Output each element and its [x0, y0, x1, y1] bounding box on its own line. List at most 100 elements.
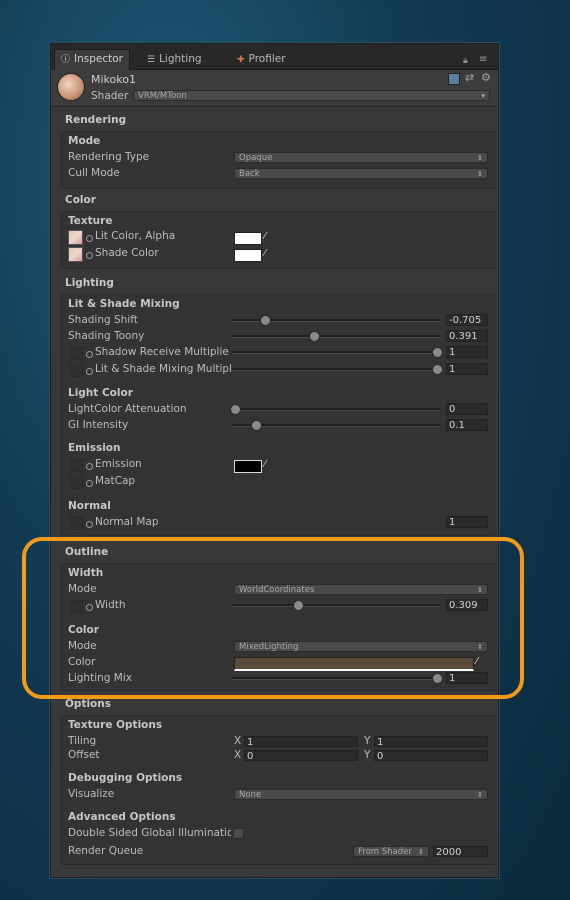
shading-shift-field[interactable]: -0.705	[446, 314, 488, 326]
render-queue-mode-dropdown[interactable]: From Shader ⇕	[353, 846, 429, 857]
mixing-title: Lit & Shade Mixing	[68, 298, 180, 310]
texture-options-title: Texture Options	[68, 719, 163, 731]
eyedropper-icon[interactable]: ⁄	[264, 248, 266, 259]
eyedropper-icon[interactable]: ⁄	[264, 459, 266, 470]
gi-intensity-field[interactable]: 0.1	[446, 419, 488, 431]
shader-dropdown[interactable]: VRM/MToon ▾	[133, 90, 490, 101]
normal-title: Normal	[68, 500, 111, 512]
tab-label: Inspector	[74, 53, 123, 65]
texture-title: Texture	[68, 215, 113, 227]
tab-inspector[interactable]: ⓘ Inspector	[54, 49, 130, 70]
slider-knob[interactable]	[432, 364, 443, 375]
cull-mode-label: Cull Mode	[68, 167, 120, 179]
gi-intensity-label: GI Intensity	[68, 419, 129, 431]
mixing-mult-label: Lit & Shade Mixing Multiplier	[95, 363, 231, 375]
double-sided-gi-label: Double Sided Global Illumination	[68, 827, 231, 839]
lighting-icon: ☰	[147, 55, 156, 65]
mode-title: Mode	[68, 135, 101, 147]
object-name: Mikoko1	[91, 73, 136, 86]
section-options: Options	[65, 698, 111, 710]
options-box: Texture Options Tiling X 1 Y 1 Offset X …	[61, 715, 495, 865]
shade-color-swatch[interactable]	[234, 249, 262, 262]
slider-knob[interactable]	[251, 420, 262, 431]
tab-profiler[interactable]: ✚ Profiler	[231, 50, 292, 69]
texture-picker-icon[interactable]	[86, 252, 93, 259]
slider-knob[interactable]	[432, 347, 443, 358]
shader-label: Shader	[91, 90, 129, 102]
object-header: Mikoko1 Shader VRM/MToon ▾ ⇄ ⚙	[51, 70, 498, 107]
lit-color-swatch[interactable]	[234, 232, 262, 245]
texture-picker-icon[interactable]	[86, 351, 93, 358]
offset-y-field[interactable]: 0	[374, 750, 488, 762]
tab-label: Lighting	[159, 53, 202, 65]
tab-bar: ⓘ Inspector ☰ Lighting ✚ Profiler 🔒︎ ≡	[51, 44, 498, 70]
dropdown-arrow-icon: ⇕	[477, 170, 483, 178]
offset-label: Offset	[68, 749, 100, 761]
attenuation-slider[interactable]	[232, 408, 440, 411]
shading-toony-field[interactable]: 0.391	[446, 330, 488, 342]
shading-toony-slider[interactable]	[232, 335, 440, 338]
cull-mode-value: Back	[239, 169, 260, 179]
mixing-mult-slider[interactable]	[232, 368, 440, 371]
emission-texture-slot[interactable]	[70, 459, 83, 472]
help-book-icon[interactable]	[448, 73, 460, 85]
rendering-type-dropdown[interactable]: Opaque ⇕	[234, 152, 488, 163]
light-color-title: Light Color	[68, 387, 133, 399]
menu-icon[interactable]: ≡	[479, 54, 487, 65]
shader-value: VRM/MToon	[138, 91, 187, 101]
texture-picker-icon[interactable]	[86, 368, 93, 375]
dropdown-arrow-icon: ▾	[481, 92, 485, 100]
lock-icon[interactable]: 🔒︎	[463, 56, 468, 66]
matcap-label: MatCap	[95, 475, 136, 487]
attenuation-label: LightColor Attenuation	[68, 403, 187, 415]
mixing-mult-texture-slot[interactable]	[70, 364, 83, 377]
normal-map-texture-slot[interactable]	[70, 517, 83, 530]
render-queue-label: Render Queue	[68, 845, 144, 857]
shading-toony-label: Shading Toony	[68, 330, 145, 342]
preset-icon[interactable]: ⇄	[465, 71, 474, 84]
shadow-receive-slider[interactable]	[232, 351, 440, 354]
texture-picker-icon[interactable]	[86, 480, 93, 487]
render-queue-field[interactable]: 2000	[433, 846, 488, 858]
tab-lighting[interactable]: ☰ Lighting	[141, 50, 208, 69]
visualize-dropdown[interactable]: None ⇕	[234, 789, 488, 800]
slider-knob[interactable]	[260, 315, 271, 326]
shade-texture-thumbnail[interactable]	[68, 247, 83, 262]
tiling-label: Tiling	[68, 735, 97, 747]
slider-knob[interactable]	[309, 331, 320, 342]
normal-map-field[interactable]: 1	[446, 516, 488, 528]
eyedropper-icon[interactable]: ⁄	[264, 231, 266, 242]
shade-color-label: Shade Color	[95, 247, 159, 259]
offset-x-label: X	[234, 749, 242, 761]
lighting-box: Lit & Shade Mixing Shading Shift -0.705 …	[61, 294, 495, 536]
shading-shift-label: Shading Shift	[68, 314, 138, 326]
double-sided-gi-checkbox[interactable]	[233, 828, 244, 839]
tiling-x-field[interactable]: 1	[244, 736, 358, 748]
lit-texture-thumbnail[interactable]	[68, 230, 83, 245]
texture-picker-icon[interactable]	[86, 463, 93, 470]
gi-intensity-slider[interactable]	[232, 424, 440, 427]
slider-knob[interactable]	[230, 404, 241, 415]
rendering-type-value: Opaque	[239, 153, 273, 163]
texture-picker-icon[interactable]	[86, 521, 93, 528]
dropdown-arrow-icon: ⇕	[477, 791, 483, 799]
shadow-receive-field[interactable]: 1	[446, 346, 488, 358]
tiling-y-field[interactable]: 1	[374, 736, 488, 748]
matcap-texture-slot[interactable]	[70, 476, 83, 489]
gear-icon[interactable]: ⚙	[481, 71, 491, 84]
debugging-title: Debugging Options	[68, 772, 183, 784]
attenuation-field[interactable]: 0	[446, 403, 488, 415]
section-rendering: Rendering	[65, 114, 127, 126]
inspector-panel: ⓘ Inspector ☰ Lighting ✚ Profiler 🔒︎ ≡ Miko…	[50, 43, 499, 878]
emission-color-swatch[interactable]	[234, 460, 262, 473]
offset-x-field[interactable]: 0	[244, 750, 358, 762]
shadow-receive-texture-slot[interactable]	[70, 347, 83, 360]
dropdown-arrow-icon: ⇕	[477, 154, 483, 162]
outline-section-highlight	[22, 537, 524, 699]
cull-mode-dropdown[interactable]: Back ⇕	[234, 168, 488, 179]
texture-picker-icon[interactable]	[86, 235, 93, 242]
advanced-title: Advanced Options	[68, 811, 176, 823]
mixing-mult-field[interactable]: 1	[446, 363, 488, 375]
section-lighting: Lighting	[65, 277, 114, 289]
normal-map-label: Normal Map	[95, 516, 159, 528]
